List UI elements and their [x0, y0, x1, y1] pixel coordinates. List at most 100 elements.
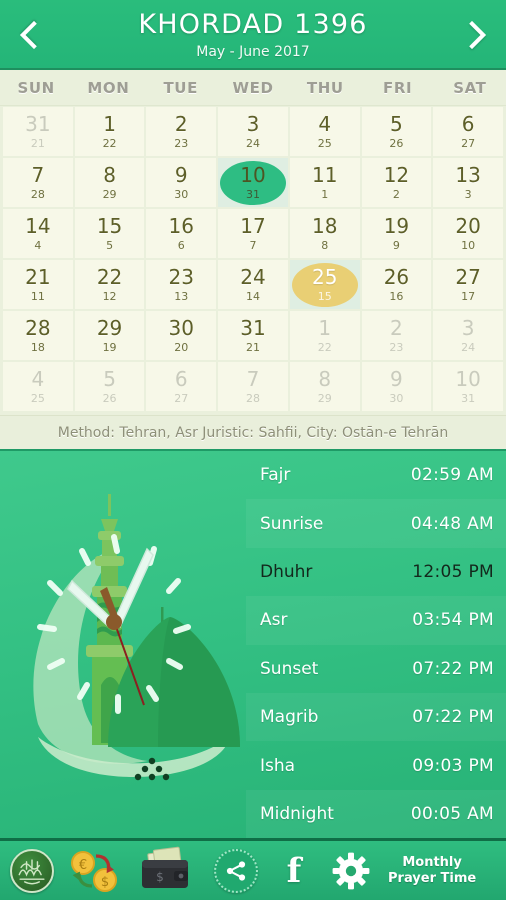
calendar-day-cell[interactable]: 7 28	[218, 362, 288, 411]
calendar-day-cell[interactable]: 10 31	[218, 158, 288, 207]
calendar-day-cell[interactable]: 18 8	[289, 209, 360, 258]
calendar-day-cell[interactable]: 2 23	[146, 107, 217, 156]
calendar-day-cell[interactable]: 13 3	[433, 158, 503, 207]
calendar-day-cell[interactable]: 5 26	[74, 362, 145, 411]
weekday-label-tue: TUE	[163, 78, 198, 97]
calendar-day-cell[interactable]: 28 18	[3, 311, 73, 360]
monthly-label-line2: Prayer Time	[388, 870, 477, 886]
currency-exchange-icon[interactable]: € $	[66, 846, 124, 896]
calendar-day-cell[interactable]: 26 16	[361, 260, 432, 309]
day-number-gregorian: 23	[174, 136, 189, 150]
prayer-row-isha[interactable]: Isha 09:03 PM	[246, 741, 506, 789]
share-glyph	[226, 860, 246, 881]
calendar-day-cell[interactable]: 16 6	[146, 209, 217, 258]
calendar-day-cell[interactable]: 19 9	[361, 209, 432, 258]
calendar-week-row: 28 18 29 19 30 20 31 21 1 22 2 23 3 24	[3, 311, 503, 360]
prayer-name-label: Fajr	[260, 465, 291, 486]
prayer-row-sunset[interactable]: Sunset 07:22 PM	[246, 645, 506, 693]
day-number-persian: 6	[461, 111, 475, 136]
calendar-day-cell[interactable]: 9 30	[361, 362, 432, 411]
calendar-day-cell[interactable]: 21 11	[3, 260, 73, 309]
day-number-persian: 8	[318, 366, 332, 391]
calendar-day-cell[interactable]: 2 23	[361, 311, 432, 360]
prayer-name-label: Isha	[260, 755, 296, 776]
prayer-name-label: Magrib	[260, 707, 319, 728]
calendar-day-cell[interactable]: 17 7	[218, 209, 288, 258]
prayer-row-fajr[interactable]: Fajr 02:59 AM	[246, 451, 506, 499]
quran-calligraphy-icon[interactable]	[10, 848, 54, 893]
day-number-persian: 31	[25, 111, 51, 136]
facebook-icon[interactable]: f	[274, 849, 314, 893]
prayer-row-midnight[interactable]: Midnight 00:05 AM	[246, 789, 506, 839]
prayer-row-asr[interactable]: Asr 03:54 PM	[246, 596, 506, 645]
calendar-day-cell[interactable]: 29 19	[74, 311, 145, 360]
calendar-day-cell[interactable]: 30 20	[146, 311, 217, 360]
next-month-button[interactable]	[444, 0, 500, 70]
calendar-day-cell[interactable]: 23 13	[146, 260, 217, 309]
calendar-day-cell[interactable]: 31 21	[218, 311, 288, 360]
prayer-time-value: 12:05 PM	[412, 561, 494, 582]
calendar-day-cell[interactable]: 9 30	[146, 158, 217, 207]
calendar-day-cell[interactable]: 122	[361, 158, 432, 207]
day-number-gregorian: 29	[102, 187, 117, 201]
calendar-day-cell[interactable]: 122	[74, 107, 145, 156]
calendar-day-cell[interactable]: 25 15	[289, 260, 360, 309]
calendar-day-cell[interactable]: 3 24	[218, 107, 288, 156]
calendar-day-cell[interactable]: 3 24	[433, 311, 503, 360]
wallet-icon[interactable]: $	[134, 846, 196, 896]
calendar-day-cell[interactable]: 27 17	[433, 260, 503, 309]
calendar-day-cell[interactable]: 5 26	[361, 107, 432, 156]
prayer-row-sunrise[interactable]: Sunrise 04:48 AM	[246, 499, 506, 548]
previous-month-button[interactable]	[6, 0, 62, 70]
prayer-time-value: 03:54 PM	[412, 610, 494, 631]
day-number-gregorian: 25	[317, 136, 332, 150]
calendar-day-cell[interactable]: 10 31	[433, 362, 503, 411]
calendar-day-cell[interactable]: 4 25	[289, 107, 360, 156]
prayer-time-value: 07:22 PM	[412, 658, 494, 679]
svg-text:$: $	[101, 875, 109, 890]
day-number-gregorian: 1	[321, 187, 329, 201]
day-number-persian: 7	[31, 162, 45, 187]
prayer-list: Fajr 02:59 AM Sunrise 04:48 AM Dhuhr 12:05 PM…	[246, 451, 506, 839]
prayer-name-label: Midnight	[260, 803, 334, 824]
day-number-persian: 1	[318, 315, 332, 340]
calendar-day-cell[interactable]: 7 28	[3, 158, 73, 207]
prayer-row-magrib[interactable]: Magrib 07:22 PM	[246, 692, 506, 742]
calculation-method-bar[interactable]: Method: Tehran, Asr Juristic: Sahfii, Ci…	[0, 415, 506, 451]
calendar-day-cell[interactable]: 31 21	[3, 107, 73, 156]
day-number-gregorian: 29	[317, 391, 332, 405]
bottom-toolbar: € $ $ f Monthly Prayer Time	[0, 838, 506, 900]
calendar-day-cell[interactable]: 6 27	[146, 362, 217, 411]
calendar-day-cell[interactable]: 24 14	[218, 260, 288, 309]
prayer-row-dhuhr[interactable]: Dhuhr 12:05 PM	[246, 548, 506, 596]
day-number-gregorian: 23	[389, 340, 404, 354]
day-number-persian: 19	[383, 213, 410, 238]
calendar-day-cell[interactable]: 8 29	[289, 362, 360, 411]
calendar-day-cell[interactable]: 22 12	[74, 260, 145, 309]
share-icon[interactable]	[214, 848, 258, 893]
calendar-day-cell[interactable]: 4 25	[3, 362, 73, 411]
gear-icon[interactable]	[328, 848, 374, 894]
calendar-week-row: 21 11 22 12 23 13 24 14 25 15 26 16 27 17	[3, 260, 503, 309]
calendar-day-cell[interactable]: 20 10	[433, 209, 503, 258]
day-number-gregorian: 11	[30, 289, 45, 303]
day-number-persian: 29	[96, 315, 123, 340]
monthly-prayer-time-button[interactable]: Monthly Prayer Time	[388, 855, 476, 887]
day-number-gregorian: 12	[102, 289, 117, 303]
calendar-day-cell[interactable]: 15 5	[74, 209, 145, 258]
svg-text:€: €	[79, 858, 87, 873]
prayer-name-label: Dhuhr	[260, 561, 313, 582]
calendar-day-cell[interactable]: 6 27	[433, 107, 503, 156]
day-number-gregorian: 13	[174, 289, 189, 303]
day-number-gregorian: 8	[321, 238, 329, 252]
weekday-label-sun: SUN	[17, 78, 55, 97]
day-number-persian: 3	[246, 111, 260, 136]
calendar-day-cell[interactable]: 11 1	[289, 158, 360, 207]
day-number-persian: 28	[25, 315, 51, 340]
weekday-header-row: SUN MON TUE WED THU FRI SAT	[0, 70, 506, 106]
calendar-day-cell[interactable]: 122	[289, 311, 360, 360]
day-number-gregorian: 21	[245, 340, 260, 354]
day-number-persian: 9	[390, 366, 403, 391]
calendar-day-cell[interactable]: 8 29	[74, 158, 145, 207]
calendar-day-cell[interactable]: 14 4	[3, 209, 73, 258]
